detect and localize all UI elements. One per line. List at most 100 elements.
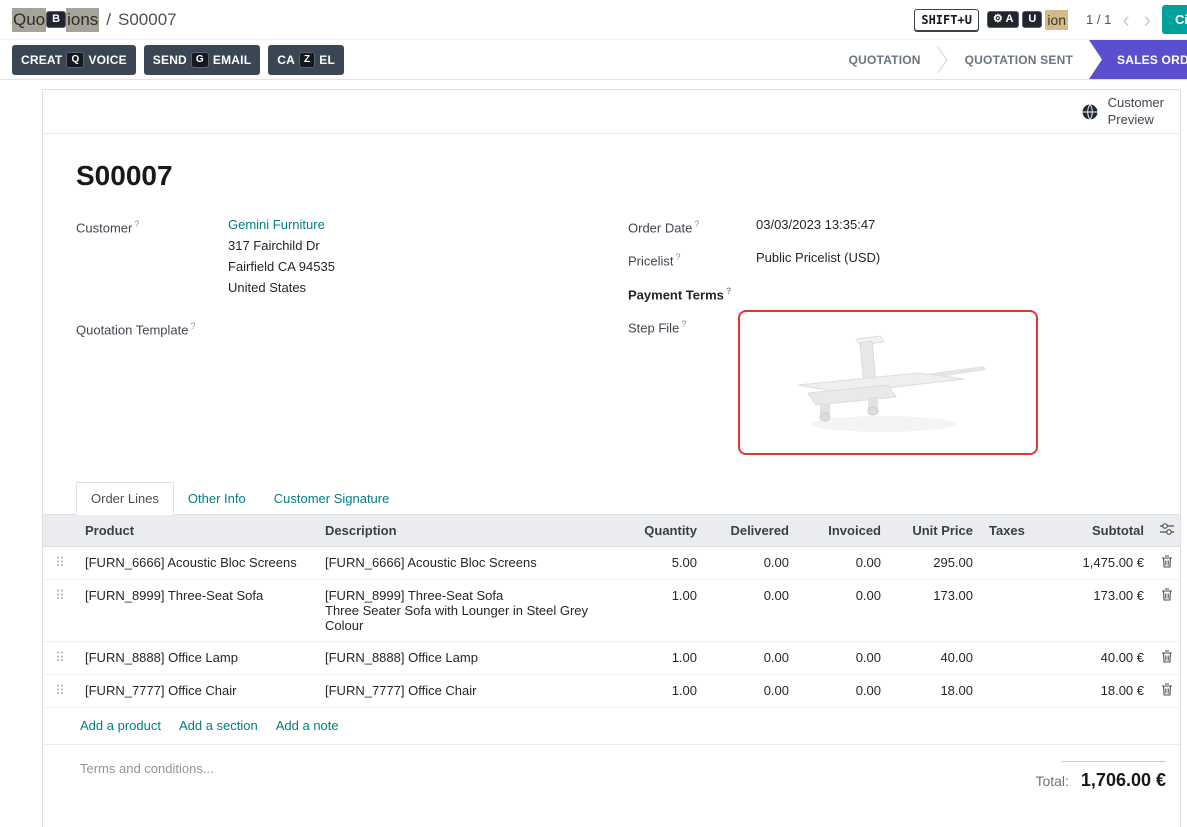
stage-quotation[interactable]: QUOTATION: [833, 40, 937, 79]
button-label-part: EMAIL: [213, 53, 251, 67]
invoiced-cell[interactable]: 0.00: [797, 675, 889, 708]
description-cell[interactable]: [FURN_8888] Office Lamp: [317, 642, 613, 675]
subtotal-cell: 173.00 €: [1027, 580, 1152, 642]
tab-other-info[interactable]: Other Info: [174, 483, 260, 514]
navbar-right-group: SHIFT+U ⚙ A U ion 1 / 1 ‹ › Ci: [914, 0, 1187, 39]
pricelist-value[interactable]: Public Pricelist (USD): [756, 247, 880, 271]
shortcut-badge-q: Q: [66, 52, 84, 68]
pager-previous-button[interactable]: ‹: [1119, 9, 1132, 31]
product-cell[interactable]: [FURN_8999] Three-Seat Sofa: [77, 580, 317, 642]
send-email-button[interactable]: SEND G EMAIL: [144, 45, 260, 75]
quotation-template-input[interactable]: [228, 316, 388, 340]
help-icon: ?: [191, 321, 196, 331]
action-menu-button[interactable]: ⚙ A U ion: [987, 10, 1068, 30]
column-handle: [43, 515, 77, 547]
table-header-row: Product Description Quantity Delivered I…: [43, 515, 1181, 547]
product-cell[interactable]: [FURN_6666] Acoustic Bloc Screens: [77, 547, 317, 580]
delivered-cell[interactable]: 0.00: [705, 580, 797, 642]
corner-button[interactable]: Ci: [1162, 5, 1187, 34]
button-label-part: EL: [319, 53, 335, 67]
tab-order-lines[interactable]: Order Lines: [76, 482, 174, 515]
column-description[interactable]: Description: [317, 515, 613, 547]
column-delivered[interactable]: Delivered: [705, 515, 797, 547]
step-file-label: Step File?: [628, 314, 756, 338]
form-view: Customer Preview S00007 Customer? Gemini…: [0, 80, 1187, 827]
breadcrumb-parent-prefix: Quo: [12, 8, 46, 32]
add-a-section-link[interactable]: Add a section: [179, 718, 258, 733]
payment-terms-input[interactable]: [756, 281, 916, 305]
invoiced-cell[interactable]: 0.00: [797, 642, 889, 675]
button-label-part: VOICE: [88, 53, 126, 67]
unit-price-cell[interactable]: 173.00: [889, 580, 981, 642]
delete-line-button[interactable]: [1161, 650, 1173, 666]
create-invoice-button[interactable]: CREAT Q VOICE: [12, 45, 136, 75]
tab-customer-signature[interactable]: Customer Signature: [260, 483, 404, 514]
delete-line-button[interactable]: [1161, 683, 1173, 699]
breadcrumb-quotations-link[interactable]: QuoBions: [12, 8, 99, 32]
taxes-cell[interactable]: [981, 642, 1027, 675]
delete-line-button[interactable]: [1161, 588, 1173, 604]
sheet-footer: Terms and conditions... Total: 1,706.00 …: [43, 745, 1180, 791]
description-cell[interactable]: [FURN_8999] Three-Seat SofaThree Seater …: [317, 580, 613, 642]
taxes-cell[interactable]: [981, 547, 1027, 580]
description-line: [FURN_8888] Office Lamp: [325, 650, 605, 665]
product-cell[interactable]: [FURN_8888] Office Lamp: [77, 642, 317, 675]
button-label-part: SEND: [153, 53, 187, 67]
optional-columns-button[interactable]: [1152, 515, 1181, 547]
customer-preview-line1: Customer: [1108, 95, 1164, 112]
customer-preview-label: Customer Preview: [1108, 95, 1164, 129]
order-line-row: ⠿ [FURN_8999] Three-Seat Sofa [FURN_8999…: [43, 580, 1181, 642]
column-taxes[interactable]: Taxes: [981, 515, 1027, 547]
unit-price-cell[interactable]: 40.00: [889, 642, 981, 675]
product-cell[interactable]: [FURN_7777] Office Chair: [77, 675, 317, 708]
gear-icon: ⚙: [993, 13, 1003, 25]
column-unit-price[interactable]: Unit Price: [889, 515, 981, 547]
shortcut-badge-u: U: [1022, 11, 1042, 28]
description-cell[interactable]: [FURN_6666] Acoustic Bloc Screens: [317, 547, 613, 580]
taxes-cell[interactable]: [981, 675, 1027, 708]
quantity-cell[interactable]: 5.00: [613, 547, 705, 580]
column-quantity[interactable]: Quantity: [613, 515, 705, 547]
subtotal-cell: 18.00 €: [1027, 675, 1152, 708]
step-file-image[interactable]: [738, 310, 1038, 455]
quantity-cell[interactable]: 1.00: [613, 642, 705, 675]
drag-handle-icon[interactable]: ⠿: [55, 588, 65, 603]
unit-price-cell[interactable]: 18.00: [889, 675, 981, 708]
button-label-part: CA: [277, 53, 295, 67]
customer-link[interactable]: Gemini Furniture: [228, 214, 335, 235]
stage-sales-order[interactable]: SALES ORDER: [1089, 40, 1187, 79]
column-subtotal[interactable]: Subtotal: [1027, 515, 1152, 547]
description-cell[interactable]: [FURN_7777] Office Chair: [317, 675, 613, 708]
cancel-button[interactable]: CA Z EL: [268, 45, 344, 75]
action-label-suffix: ion: [1045, 10, 1068, 30]
order-date-value[interactable]: 03/03/2023 13:35:47: [756, 214, 875, 238]
shortcut-badge-z: Z: [299, 52, 315, 68]
description-line: [FURN_7777] Office Chair: [325, 683, 605, 698]
delivered-cell[interactable]: 0.00: [705, 675, 797, 708]
delete-line-button[interactable]: [1161, 555, 1173, 571]
quantity-cell[interactable]: 1.00: [613, 580, 705, 642]
delivered-cell[interactable]: 0.00: [705, 642, 797, 675]
stage-quotation-sent[interactable]: QUOTATION SENT: [949, 40, 1089, 79]
description-line: [FURN_8999] Three-Seat Sofa: [325, 588, 605, 603]
column-product[interactable]: Product: [77, 515, 317, 547]
invoiced-cell[interactable]: 0.00: [797, 547, 889, 580]
drag-handle-icon[interactable]: ⠿: [55, 650, 65, 665]
trash-icon: [1161, 650, 1173, 663]
taxes-cell[interactable]: [981, 580, 1027, 642]
customer-preview-link[interactable]: Customer Preview: [1081, 95, 1164, 129]
add-a-product-link[interactable]: Add a product: [80, 718, 161, 733]
shortcut-hint-shift-u: SHIFT+U: [914, 9, 979, 31]
add-a-note-link[interactable]: Add a note: [276, 718, 339, 733]
breadcrumb-separator: /: [106, 10, 111, 30]
quantity-cell[interactable]: 1.00: [613, 675, 705, 708]
terms-placeholder[interactable]: Terms and conditions...: [80, 761, 214, 791]
unit-price-cell[interactable]: 295.00: [889, 547, 981, 580]
column-invoiced[interactable]: Invoiced: [797, 515, 889, 547]
label-text: Quotation Template: [76, 322, 189, 337]
delivered-cell[interactable]: 0.00: [705, 547, 797, 580]
invoiced-cell[interactable]: 0.00: [797, 580, 889, 642]
drag-handle-icon[interactable]: ⠿: [55, 683, 65, 698]
drag-handle-icon[interactable]: ⠿: [55, 555, 65, 570]
pager-next-button[interactable]: ›: [1141, 9, 1154, 31]
